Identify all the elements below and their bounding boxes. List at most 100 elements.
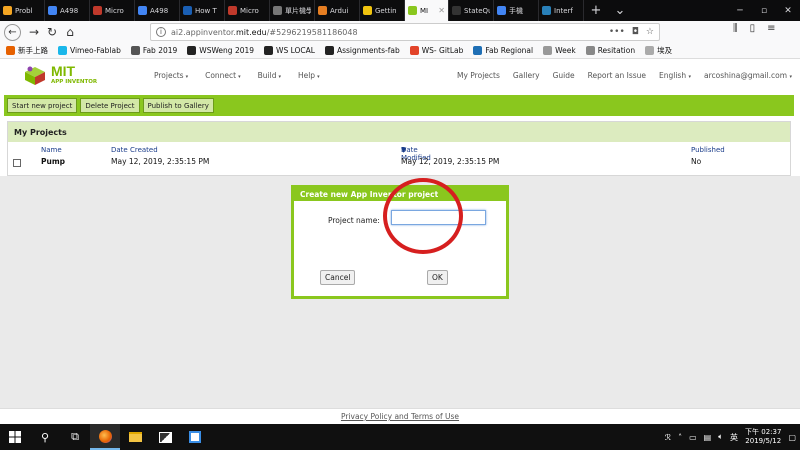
forward-button[interactable]: →	[25, 23, 43, 41]
app-inventor-logo[interactable]: MIT APP INVENTOR	[24, 62, 97, 90]
bookmark-item[interactable]: Vimeo-Fablab	[58, 46, 121, 55]
guide-link[interactable]: Guide	[553, 71, 575, 80]
bookmark-icon	[187, 46, 197, 55]
minimize-icon[interactable]: ─	[728, 0, 752, 21]
tab-label: MI	[420, 6, 429, 15]
table-row[interactable]: Pump May 12, 2019, 2:35:15 PM May 12, 20…	[8, 157, 790, 169]
project-toolbar: Start new project Delete Project Publish…	[4, 95, 794, 116]
notifications-icon[interactable]: ▢	[788, 433, 796, 442]
tab-favicon-icon	[452, 6, 461, 15]
tab-label: 手機	[509, 6, 523, 15]
row-checkbox[interactable]	[13, 159, 21, 167]
tab-favicon-icon	[3, 6, 12, 15]
browser-tab[interactable]: How T	[180, 0, 225, 21]
search-icon[interactable]: ⚲	[30, 424, 60, 450]
back-button[interactable]: ←	[4, 23, 21, 41]
ok-button[interactable]: OK	[427, 270, 448, 285]
url-bar[interactable]: i ai2.appinventor. mit.edu/#5296219581186…	[150, 23, 660, 41]
menu-projects[interactable]: Projects ▾	[154, 71, 188, 80]
menu-help[interactable]: Help ▾	[298, 71, 320, 80]
browser-tab[interactable]: Ardui	[315, 0, 360, 21]
browser-tab[interactable]: MI ✕	[405, 0, 449, 21]
tab-favicon-icon	[228, 6, 237, 15]
ime-indicator[interactable]: 英	[730, 432, 738, 443]
browser-tab[interactable]: 手機	[494, 0, 539, 21]
menu-label: Help	[297, 71, 316, 80]
pocket-icon[interactable]: ◘	[632, 27, 639, 37]
account-menu[interactable]: arcoshina@gmail.com ▾	[704, 71, 792, 80]
start-new-project-button[interactable]: Start new project	[7, 98, 78, 113]
project-name[interactable]: Pump	[41, 157, 65, 166]
browser-tab[interactable]: Micro	[90, 0, 135, 21]
sidebar-icon[interactable]: ▯	[750, 23, 756, 34]
browser-tab[interactable]: Interf	[539, 0, 584, 21]
task-view-icon[interactable]: ⧉	[60, 424, 90, 450]
chevron-down-icon: ▾	[688, 74, 691, 80]
tab-list: Probl A498 Micro A498 How T Micro 單片機學 Ardui Get…	[0, 0, 584, 21]
volume-icon[interactable]: 🔈︎	[718, 432, 723, 442]
person-icon[interactable]: ℛ	[665, 433, 671, 442]
bookmark-item[interactable]: Fab Regional	[473, 46, 533, 55]
maximize-icon[interactable]: ▫	[752, 0, 776, 21]
column-name[interactable]: Name	[41, 146, 62, 154]
column-date-created[interactable]: Date Created	[111, 146, 158, 154]
tab-favicon-icon	[408, 6, 417, 15]
toolbar-right: ⫼ ▯ ≡	[733, 23, 776, 34]
bookmark-icon	[130, 46, 140, 55]
home-button[interactable]: ⌂	[61, 23, 79, 41]
cancel-button[interactable]: Cancel	[320, 270, 356, 285]
firefox-icon[interactable]	[90, 424, 120, 450]
battery-icon[interactable]: ▭	[689, 433, 697, 442]
bookmark-label: Vimeo-Fablab	[70, 46, 121, 55]
bookmark-item[interactable]: Assignments-fab	[324, 46, 400, 55]
chevron-up-icon[interactable]: ˄	[678, 433, 682, 442]
bookmark-item[interactable]: 新手上路	[6, 45, 48, 56]
delete-project-button[interactable]: Delete Project	[80, 98, 140, 113]
browser-tab[interactable]: 單片機學	[270, 0, 315, 21]
browser-tab[interactable]: A498	[135, 0, 180, 21]
browser-tab[interactable]: A498	[45, 0, 90, 21]
privacy-terms-link[interactable]: Privacy Policy and Terms of Use	[341, 412, 459, 421]
main-menu: Projects ▾ Connect ▾ Build ▾ Help ▾	[154, 71, 320, 80]
network-icon[interactable]: ▤	[704, 433, 712, 442]
menu-connect[interactable]: Connect ▾	[205, 71, 241, 80]
browser-tab[interactable]: Micro	[225, 0, 270, 21]
bookmark-item[interactable]: WS- GitLab	[409, 46, 463, 55]
new-tab-button[interactable]: +	[584, 0, 608, 21]
close-tab-icon[interactable]: ✕	[438, 6, 445, 15]
gallery-link[interactable]: Gallery	[513, 71, 540, 80]
bookmark-star-icon[interactable]: ☆	[646, 27, 654, 37]
windows-start-icon[interactable]	[0, 424, 30, 450]
bookmark-item[interactable]: Fab 2019	[130, 46, 177, 55]
close-window-icon[interactable]: ✕	[776, 0, 800, 21]
browser-tab[interactable]: Gettin	[360, 0, 405, 21]
bookmark-item[interactable]: Resitation	[585, 46, 635, 55]
bookmark-item[interactable]: WSWeng 2019	[187, 46, 254, 55]
browser-tab[interactable]: Probl	[0, 0, 45, 21]
reload-button[interactable]: ↻	[43, 23, 61, 41]
photos-icon[interactable]	[150, 424, 180, 450]
browser-tab[interactable]: StateQui	[449, 0, 494, 21]
logo-mit-text: MIT	[51, 63, 76, 79]
menu-build[interactable]: Build ▾	[258, 71, 281, 80]
tab-overflow-icon[interactable]: ⌄	[608, 0, 632, 21]
project-date-created: May 12, 2019, 2:35:15 PM	[111, 157, 210, 166]
language-menu[interactable]: English ▾	[659, 71, 691, 80]
report-issue-link[interactable]: Report an Issue	[588, 71, 646, 80]
url-prefix: ai2.appinventor.	[171, 27, 236, 37]
page-actions-icon[interactable]: •••	[609, 27, 625, 37]
app-icon[interactable]	[180, 424, 210, 450]
file-explorer-icon[interactable]	[120, 424, 150, 450]
hamburger-menu-icon[interactable]: ≡	[767, 23, 775, 34]
publish-gallery-button[interactable]: Publish to Gallery	[142, 98, 214, 113]
bookmark-item[interactable]: 埃及	[645, 45, 672, 56]
bookmark-item[interactable]: Week	[543, 46, 576, 55]
site-info-icon[interactable]: i	[156, 27, 166, 37]
chevron-down-icon: ▾	[185, 74, 189, 80]
column-published[interactable]: Published	[691, 146, 725, 154]
library-icon[interactable]: ⫼	[733, 23, 738, 34]
app-header: MIT APP INVENTOR Projects ▾ Connect ▾ Build ▾…	[0, 59, 800, 93]
my-projects-link[interactable]: My Projects	[457, 71, 500, 80]
clock[interactable]: 下午 02:37 2019/5/12	[745, 428, 781, 446]
bookmark-item[interactable]: WS LOCAL	[264, 46, 315, 55]
